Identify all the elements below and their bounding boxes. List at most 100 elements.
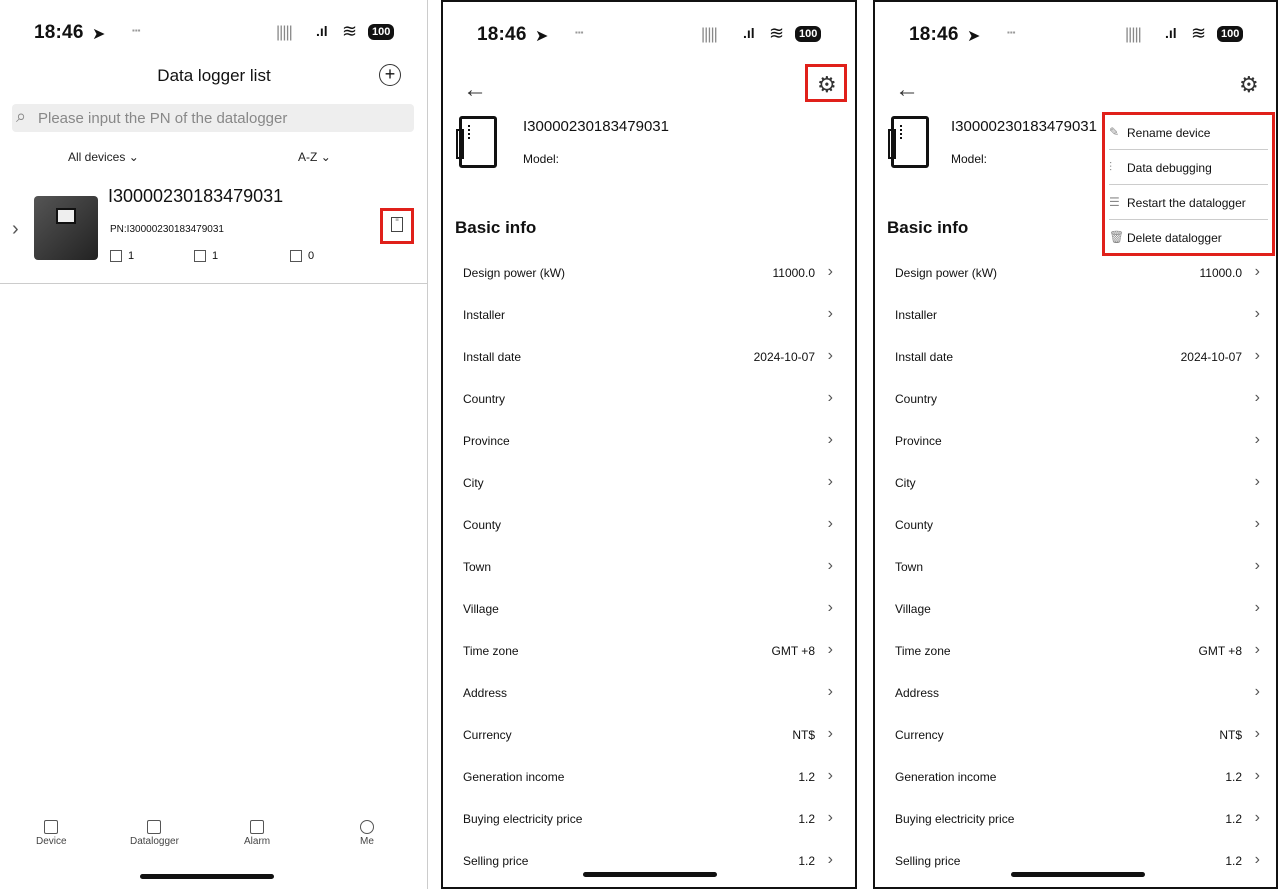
app-badge-icon: ▪▪▪	[1007, 28, 1016, 37]
info-row[interactable]: Buying electricity price 1.2 ›	[875, 798, 1276, 840]
info-row[interactable]: Install date 2024-10-07 ›	[875, 336, 1276, 378]
signal-icon: .ıl	[1165, 25, 1177, 41]
info-row[interactable]: Country ›	[443, 378, 855, 420]
info-row-label: Install date	[895, 350, 954, 364]
sort-dropdown[interactable]: A-Z ⌄	[298, 150, 331, 164]
info-row-label: Address	[463, 686, 508, 700]
device-stat-inverter: 1	[110, 250, 134, 263]
info-row[interactable]: Install date 2024-10-07 ›	[443, 336, 855, 378]
wifi-icon: ≋	[769, 23, 785, 43]
info-row[interactable]: Time zone GMT +8 ›	[875, 630, 1276, 672]
device-filter-dropdown[interactable]: All devices ⌄	[68, 150, 139, 164]
device-serial: I30000230183479031	[951, 118, 1097, 135]
info-row[interactable]: County ›	[875, 504, 1276, 546]
chevron-right-icon: ›	[827, 557, 833, 574]
sliders-icon: ⫶	[1109, 160, 1113, 174]
menu-item-rename[interactable]: ✎ Rename device	[1109, 115, 1268, 150]
location-arrow-icon: ➤	[92, 26, 106, 43]
info-row[interactable]: County ›	[443, 504, 855, 546]
menu-item-delete[interactable]: 🗑 Delete datalogger	[1109, 220, 1268, 255]
chevron-right-icon: ›	[827, 305, 833, 322]
info-row-label: Province	[895, 434, 942, 448]
device-serial: I30000230183479031	[523, 118, 669, 135]
chevron-right-icon: ›	[1254, 389, 1260, 406]
info-row-label: County	[463, 518, 502, 532]
add-datalogger-button[interactable]: +	[379, 64, 401, 86]
page-title: Data logger list	[157, 66, 271, 85]
info-row-value: 1.2	[798, 812, 815, 826]
search-input[interactable]	[38, 104, 408, 132]
info-row[interactable]: Generation income 1.2 ›	[875, 756, 1276, 798]
info-row-label: Town	[463, 560, 492, 574]
info-row[interactable]: Address ›	[875, 672, 1276, 714]
home-indicator	[140, 874, 274, 879]
info-row-value: 1.2	[1225, 854, 1242, 868]
tab-me[interactable]: Me	[360, 820, 374, 847]
back-arrow-icon[interactable]: ←	[895, 76, 919, 104]
chevron-right-icon: ›	[827, 389, 833, 406]
info-row[interactable]: City ›	[443, 462, 855, 504]
back-arrow-icon[interactable]: ←	[463, 76, 487, 104]
info-row[interactable]: Currency NT$ ›	[443, 714, 855, 756]
info-row-label: Time zone	[463, 644, 519, 658]
info-row[interactable]: Installer ›	[443, 294, 855, 336]
basic-info-list: Design power (kW) 11000.0 › Installer › Insta…	[443, 252, 855, 882]
info-row-label: Currency	[895, 728, 944, 742]
app-badge-icon: ▪▪▪	[575, 28, 584, 37]
tab-datalogger[interactable]: Datalogger	[130, 820, 179, 847]
chevron-right-icon: ›	[1254, 599, 1260, 616]
info-row[interactable]: Town ›	[875, 546, 1276, 588]
info-row-label: Town	[895, 560, 924, 574]
chevron-down-icon: ⌄	[128, 150, 139, 164]
chevron-down-icon: ⌄	[320, 150, 331, 164]
info-row[interactable]: Address ›	[443, 672, 855, 714]
device-filter-label: All devices	[68, 150, 126, 164]
device-name[interactable]: I30000230183479031	[108, 186, 283, 207]
info-row[interactable]: Town ›	[443, 546, 855, 588]
info-row-label: Buying electricity price	[895, 812, 1015, 826]
chevron-right-icon: ›	[1254, 305, 1260, 322]
chevron-right-icon: ›	[827, 431, 833, 448]
datalogger-menu-screen: 18:46 ➤ ▪▪▪ ||||| .ıl ≋ 100 ← ⚙ I3000023…	[873, 0, 1278, 889]
info-row[interactable]: Time zone GMT +8 ›	[443, 630, 855, 672]
info-row-value: 1.2	[1225, 770, 1242, 784]
info-row[interactable]: Generation income 1.2 ›	[443, 756, 855, 798]
info-row[interactable]: Province ›	[443, 420, 855, 462]
info-row[interactable]: Village ›	[875, 588, 1276, 630]
info-row-label: Installer	[463, 308, 506, 322]
info-row-label: Installer	[895, 308, 938, 322]
info-row[interactable]: Village ›	[443, 588, 855, 630]
gear-icon[interactable]: ⚙	[1239, 72, 1259, 98]
signal-icon: .ıl	[743, 25, 755, 41]
info-row[interactable]: City ›	[875, 462, 1276, 504]
chevron-right-icon: ›	[827, 473, 833, 490]
chevron-right-icon: ›	[1254, 557, 1260, 574]
info-row-label: City	[895, 476, 916, 490]
highlight-settings	[805, 64, 847, 102]
info-row[interactable]: Province ›	[875, 420, 1276, 462]
menu-item-debug[interactable]: ⫶ Data debugging	[1109, 150, 1268, 185]
tab-device[interactable]: Device	[36, 820, 67, 847]
status-bar: 18:46 ➤ ▪▪▪ ||||| .ıl ≋ 100	[443, 22, 855, 50]
app-badge-icon: ▪▪▪	[132, 26, 141, 35]
tab-alarm[interactable]: Alarm	[244, 820, 270, 847]
datalogger-list-screen: 18:46 ➤ ▪▪▪ ||||| .ıl ≋ 100 Data logger …	[0, 0, 428, 889]
home-indicator	[1011, 872, 1145, 877]
info-row-value: 11000.0	[772, 266, 816, 280]
info-row[interactable]: Buying electricity price 1.2 ›	[443, 798, 855, 840]
divider	[0, 283, 427, 284]
info-row[interactable]: Country ›	[875, 378, 1276, 420]
chevron-right-icon: ›	[1254, 473, 1260, 490]
info-row[interactable]: Installer ›	[875, 294, 1276, 336]
menu-item-restart[interactable]: ☰ Restart the datalogger	[1109, 185, 1268, 220]
device-online-icon	[194, 250, 206, 263]
info-row[interactable]: Design power (kW) 11000.0 ›	[443, 252, 855, 294]
chevron-right-icon: ›	[1254, 725, 1260, 742]
device-detail-button[interactable]: ≡	[380, 208, 414, 244]
section-title: Basic info	[455, 218, 537, 237]
expand-chevron-icon[interactable]: ›	[12, 218, 19, 241]
info-row[interactable]: Design power (kW) 11000.0 ›	[875, 252, 1276, 294]
battery-badge: 100	[368, 24, 395, 40]
search-bar[interactable]: ⌕	[12, 104, 414, 132]
info-row[interactable]: Currency NT$ ›	[875, 714, 1276, 756]
